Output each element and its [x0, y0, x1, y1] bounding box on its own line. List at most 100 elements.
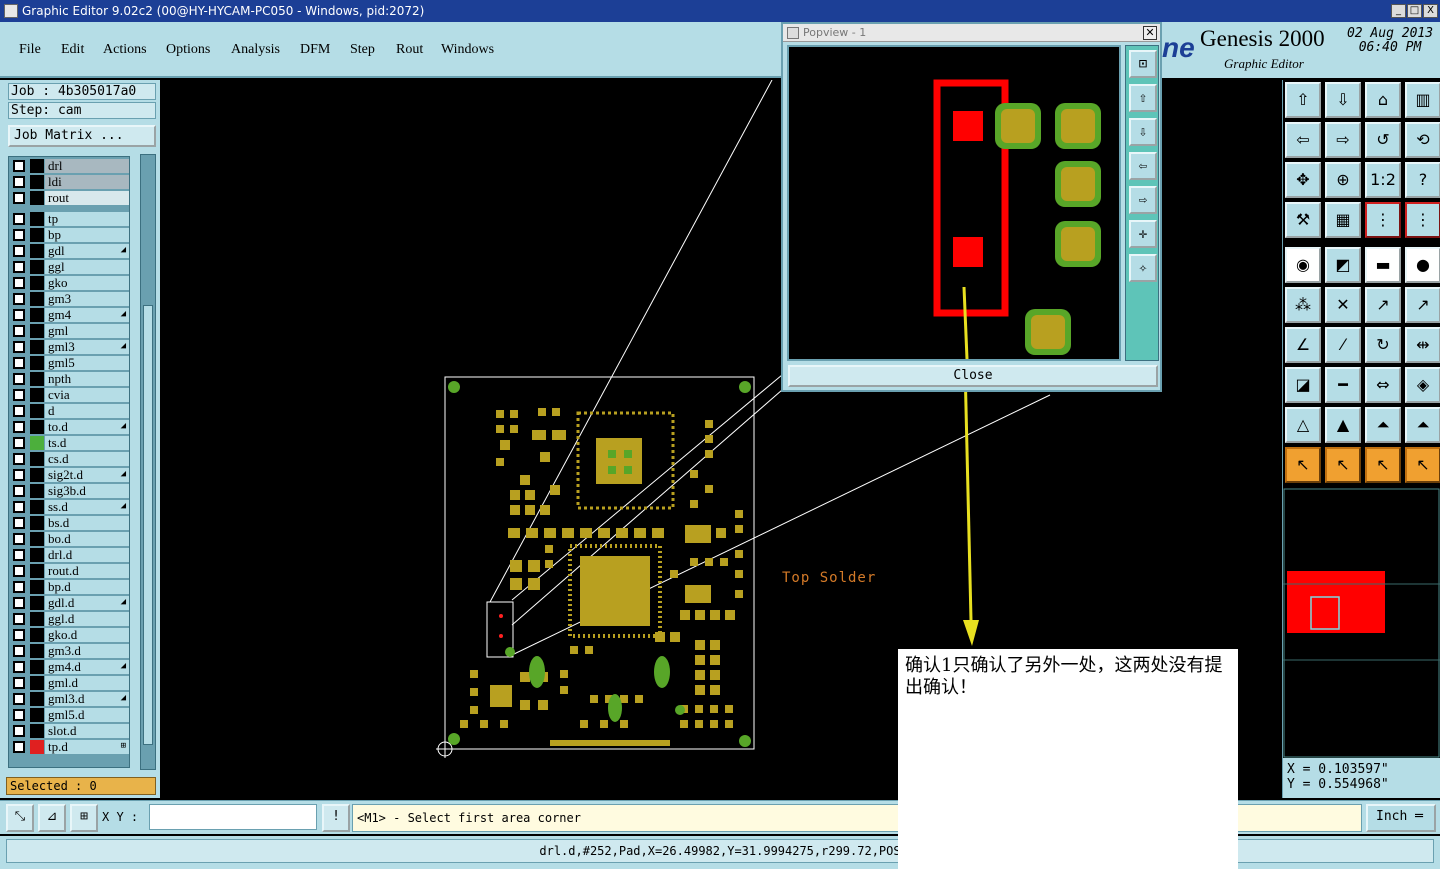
view-home-icon[interactable]: ⇧	[1285, 82, 1321, 118]
layer-checkbox[interactable]	[13, 581, 25, 593]
layer-checkbox[interactable]	[13, 725, 25, 737]
help-icon[interactable]: ?	[1405, 162, 1440, 198]
layer-checkbox[interactable]	[13, 341, 25, 353]
layer-row-cs-d[interactable]: cs.d	[11, 452, 129, 466]
layer-color-swatch[interactable]	[30, 532, 44, 546]
layer-row-tp-d[interactable]: tp.d ⊞	[11, 740, 129, 754]
layer-checkbox[interactable]	[13, 437, 25, 449]
layer-color-swatch[interactable]	[30, 420, 44, 434]
layer-row-ldi[interactable]: ldi	[11, 175, 129, 189]
layer-row-bs-d[interactable]: bs.d	[11, 516, 129, 530]
snap-red-icon[interactable]: ⋮	[1365, 202, 1401, 238]
layer-row-bo-d[interactable]: bo.d	[11, 532, 129, 546]
popview-close-button[interactable]: Close	[788, 365, 1158, 387]
layer-color-swatch[interactable]	[30, 628, 44, 642]
layer-row-bp-d[interactable]: bp.d	[11, 580, 129, 594]
view-split-icon[interactable]: ▥	[1405, 82, 1440, 118]
triangle-a-icon[interactable]: △	[1285, 407, 1321, 443]
layer-color-swatch[interactable]	[30, 276, 44, 290]
popview-zoom-fit-icon[interactable]: ⊡	[1129, 50, 1157, 78]
dot-icon[interactable]: ●	[1405, 247, 1440, 283]
popview-pan-up-icon[interactable]: ⇧	[1129, 84, 1157, 112]
layer-name[interactable]: bs.d	[45, 516, 129, 530]
menu-analysis[interactable]: Analysis	[231, 42, 280, 58]
layer-color-swatch[interactable]	[30, 468, 44, 482]
popview-zoom-in-icon[interactable]: ✛	[1129, 220, 1157, 248]
popview-zoom-out-icon[interactable]: ✧	[1129, 254, 1157, 282]
view-house-icon[interactable]: ⌂	[1365, 82, 1401, 118]
layer-row-gml3[interactable]: gml3 ◢	[11, 340, 129, 354]
layer-checkbox[interactable]	[13, 661, 25, 673]
job-matrix-button[interactable]: Job Matrix ...	[8, 125, 156, 147]
alert-icon[interactable]: !	[322, 804, 350, 832]
maximize-button[interactable]: □	[1407, 4, 1422, 18]
layer-color-swatch[interactable]	[30, 292, 44, 306]
layer-color-swatch[interactable]	[30, 724, 44, 738]
layer-color-swatch[interactable]	[30, 228, 44, 242]
layer-color-swatch[interactable]	[30, 740, 44, 754]
layer-name[interactable]: ggl.d	[45, 612, 129, 626]
grid-icon[interactable]: ▦	[1325, 202, 1361, 238]
layer-checkbox[interactable]	[13, 677, 25, 689]
zoom-center-icon[interactable]: ⊕	[1325, 162, 1361, 198]
layer-name[interactable]: gml5	[45, 356, 129, 370]
shapes-icon[interactable]: ◈	[1405, 367, 1440, 403]
layer-row-bp[interactable]: bp	[11, 228, 129, 242]
menu-windows[interactable]: Windows	[441, 42, 494, 58]
layer-name[interactable]: bo.d	[45, 532, 129, 546]
triangle-c-icon[interactable]: ⏶	[1365, 407, 1401, 443]
layer-checkbox[interactable]	[13, 245, 25, 257]
layer-name[interactable]: gml3.d	[45, 692, 129, 706]
layer-row-gm3-d[interactable]: gm3.d	[11, 644, 129, 658]
triangle-b-icon[interactable]: ▲	[1325, 407, 1361, 443]
line-point-alt-icon[interactable]: ↗	[1405, 287, 1440, 323]
layer-checkbox[interactable]	[13, 357, 25, 369]
menu-rout[interactable]: Rout	[396, 42, 423, 58]
redraw-icon[interactable]: ⟲	[1405, 122, 1440, 158]
minimize-button[interactable]: _	[1391, 4, 1406, 18]
layer-checkbox[interactable]	[13, 389, 25, 401]
layer-checkbox[interactable]	[13, 501, 25, 513]
layer-name[interactable]: gm3.d	[45, 644, 129, 658]
connect-icon[interactable]: ⁂	[1285, 287, 1321, 323]
dimension-icon[interactable]: ⇔	[1365, 367, 1401, 403]
layer-name[interactable]: gko	[45, 276, 129, 290]
layer-checkbox[interactable]	[13, 277, 25, 289]
pointer-icon[interactable]: ↖	[1285, 447, 1321, 483]
layer-checkbox[interactable]	[13, 192, 25, 204]
popview-pan-down-icon[interactable]: ⇩	[1129, 118, 1157, 146]
layer-checkbox[interactable]	[13, 549, 25, 561]
scrollbar-thumb[interactable]	[143, 305, 153, 745]
layer-row-rout-d[interactable]: rout.d	[11, 564, 129, 578]
layer-color-swatch[interactable]	[30, 708, 44, 722]
layer-color-swatch[interactable]	[30, 159, 44, 173]
layer-row-gko[interactable]: gko	[11, 276, 129, 290]
layer-name[interactable]: gml	[45, 324, 129, 338]
layer-color-swatch[interactable]	[30, 191, 44, 205]
layer-color-swatch[interactable]	[30, 596, 44, 610]
layer-color-swatch[interactable]	[30, 388, 44, 402]
layer-row-d[interactable]: d	[11, 404, 129, 418]
layer-color-swatch[interactable]	[30, 404, 44, 418]
zoom-1to2-icon[interactable]: 1:2	[1365, 162, 1401, 198]
layer-color-swatch[interactable]	[30, 612, 44, 626]
layer-color-swatch[interactable]	[30, 260, 44, 274]
layer-checkbox[interactable]	[13, 597, 25, 609]
draw-mode-icon[interactable]: ⤡	[6, 804, 34, 832]
layer-row-ggl-d[interactable]: ggl.d	[11, 612, 129, 626]
layer-color-swatch[interactable]	[30, 308, 44, 322]
undo-view-icon[interactable]: ↺	[1365, 122, 1401, 158]
layer-checkbox[interactable]	[13, 293, 25, 305]
layer-color-swatch[interactable]	[30, 356, 44, 370]
layer-name[interactable]: bp.d	[45, 580, 129, 594]
layer-name[interactable]: gml5.d	[45, 708, 129, 722]
layer-row-ts-d[interactable]: ts.d	[11, 436, 129, 450]
pan-right-icon[interactable]: ⇨	[1325, 122, 1361, 158]
layer-name[interactable]: ldi	[45, 175, 129, 189]
layer-checkbox[interactable]	[13, 565, 25, 577]
layer-name[interactable]: gml3	[45, 340, 129, 354]
layer-name[interactable]: drl.d	[45, 548, 129, 562]
layer-name[interactable]: gml.d	[45, 676, 129, 690]
layer-name[interactable]: sig3b.d	[45, 484, 129, 498]
zoom-fit-icon[interactable]: ✥	[1285, 162, 1321, 198]
